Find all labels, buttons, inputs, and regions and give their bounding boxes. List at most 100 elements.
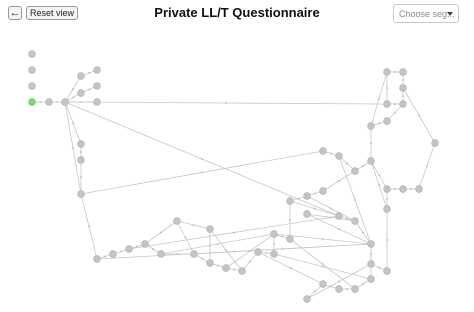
start-node[interactable]: [28, 98, 36, 106]
graph-node[interactable]: [61, 98, 69, 106]
graph-node[interactable]: [206, 259, 214, 267]
graph-node[interactable]: [367, 122, 375, 130]
graph-node[interactable]: [303, 210, 311, 218]
edge-arrow-mark: [201, 158, 203, 160]
edge-arrow-mark: [386, 198, 388, 200]
edge-arrow-mark: [184, 236, 187, 239]
graph-node[interactable]: [383, 205, 391, 213]
graph-node[interactable]: [319, 147, 327, 155]
graph-node[interactable]: [93, 66, 101, 74]
graph-node[interactable]: [415, 185, 423, 193]
edge-arrow-mark: [314, 290, 316, 293]
graph-node[interactable]: [383, 267, 391, 275]
graph-node[interactable]: [367, 157, 375, 165]
graph-node[interactable]: [190, 250, 198, 258]
graph-node[interactable]: [399, 100, 407, 108]
graph-node[interactable]: [270, 250, 278, 258]
edge-arrow-mark: [88, 72, 90, 74]
graph-node[interactable]: [351, 167, 359, 175]
graph-node[interactable]: [77, 140, 85, 148]
graph-node[interactable]: [141, 240, 149, 248]
edge-arrow-mark: [216, 243, 219, 245]
edge-arrow-mark: [80, 176, 82, 178]
edge-arrow-mark: [394, 111, 396, 114]
edge-arrow-mark: [72, 96, 74, 99]
graph-node[interactable]: [383, 100, 391, 108]
graph-node[interactable]: [286, 235, 294, 243]
graph-node[interactable]: [319, 280, 327, 288]
edge-arrow-mark: [233, 268, 235, 271]
edge-arrow-mark: [313, 207, 316, 210]
edge-arrow-mark: [281, 235, 283, 238]
graph-node[interactable]: [77, 156, 85, 164]
graph-node[interactable]: [335, 212, 343, 220]
graph-node[interactable]: [319, 187, 327, 195]
edge-arrow-mark: [362, 283, 364, 285]
graph-node[interactable]: [93, 82, 101, 90]
graph-node[interactable]: [28, 50, 36, 58]
edge-arrow-mark: [88, 225, 90, 228]
edge-arrow-mark: [104, 255, 106, 258]
edge-arrow-mark: [402, 95, 404, 97]
edge-arrow-mark: [201, 171, 203, 174]
edge-arrow-mark: [418, 114, 420, 117]
edge-arrow-mark: [338, 180, 340, 182]
graph-node[interactable]: [93, 255, 101, 263]
edge-arrow-mark: [289, 267, 292, 269]
graph-node[interactable]: [45, 98, 53, 106]
graph-node[interactable]: [367, 260, 375, 268]
graph-node[interactable]: [431, 139, 439, 147]
graph-node[interactable]: [125, 245, 133, 253]
edge-arrow-mark: [56, 101, 58, 103]
flow-graph[interactable]: [0, 0, 474, 312]
graph-node[interactable]: [238, 267, 246, 275]
edge-arrow-mark: [225, 102, 227, 104]
edge-arrow-mark: [225, 249, 227, 251]
edge-arrow-mark: [273, 243, 275, 245]
edge-arrow-mark: [80, 151, 82, 153]
graph-node[interactable]: [157, 250, 165, 258]
edge-arrow-mark: [346, 217, 348, 220]
edge-arrow-mark: [321, 263, 324, 265]
graph-node[interactable]: [383, 185, 391, 193]
graph-node[interactable]: [109, 250, 117, 258]
edge-arrow-mark: [201, 257, 203, 260]
graph-node[interactable]: [383, 68, 391, 76]
graph-node[interactable]: [254, 248, 262, 256]
graph-node[interactable]: [399, 84, 407, 92]
graph-node[interactable]: [367, 240, 375, 248]
graph-node[interactable]: [303, 295, 311, 303]
graph-node[interactable]: [270, 230, 278, 238]
graph-node[interactable]: [77, 89, 85, 97]
graph-node[interactable]: [351, 285, 359, 293]
graph-node[interactable]: [383, 117, 391, 125]
graph-node[interactable]: [93, 98, 101, 106]
edge-arrow-mark: [338, 280, 340, 283]
edge-arrow-mark: [314, 192, 316, 195]
graph-node[interactable]: [367, 275, 375, 283]
edge-arrow-mark: [136, 245, 138, 248]
graph-node[interactable]: [77, 190, 85, 198]
edge-arrow-mark: [410, 188, 412, 190]
graph-node[interactable]: [77, 72, 85, 80]
edge-arrow-mark: [72, 147, 74, 149]
graph-node[interactable]: [286, 197, 294, 205]
graph-node[interactable]: [335, 285, 343, 293]
edge-arrow-mark: [160, 231, 162, 234]
graph-node[interactable]: [28, 66, 36, 74]
graph-node[interactable]: [351, 217, 359, 225]
edge-arrow-mark: [72, 88, 74, 90]
graph-node[interactable]: [173, 217, 181, 225]
graph-node[interactable]: [335, 152, 343, 160]
graph-node[interactable]: [206, 225, 214, 233]
graph-node[interactable]: [303, 192, 311, 200]
graph-node[interactable]: [222, 264, 230, 272]
edge-arrow-mark: [338, 228, 340, 230]
graph-node[interactable]: [399, 185, 407, 193]
graph-node[interactable]: [399, 68, 407, 76]
edge-arrow-mark: [354, 199, 356, 201]
edge-arrow-mark: [330, 152, 332, 155]
edge-arrow-mark: [289, 219, 291, 221]
graph-node[interactable]: [28, 82, 36, 90]
edge-arrow-mark: [233, 250, 235, 253]
